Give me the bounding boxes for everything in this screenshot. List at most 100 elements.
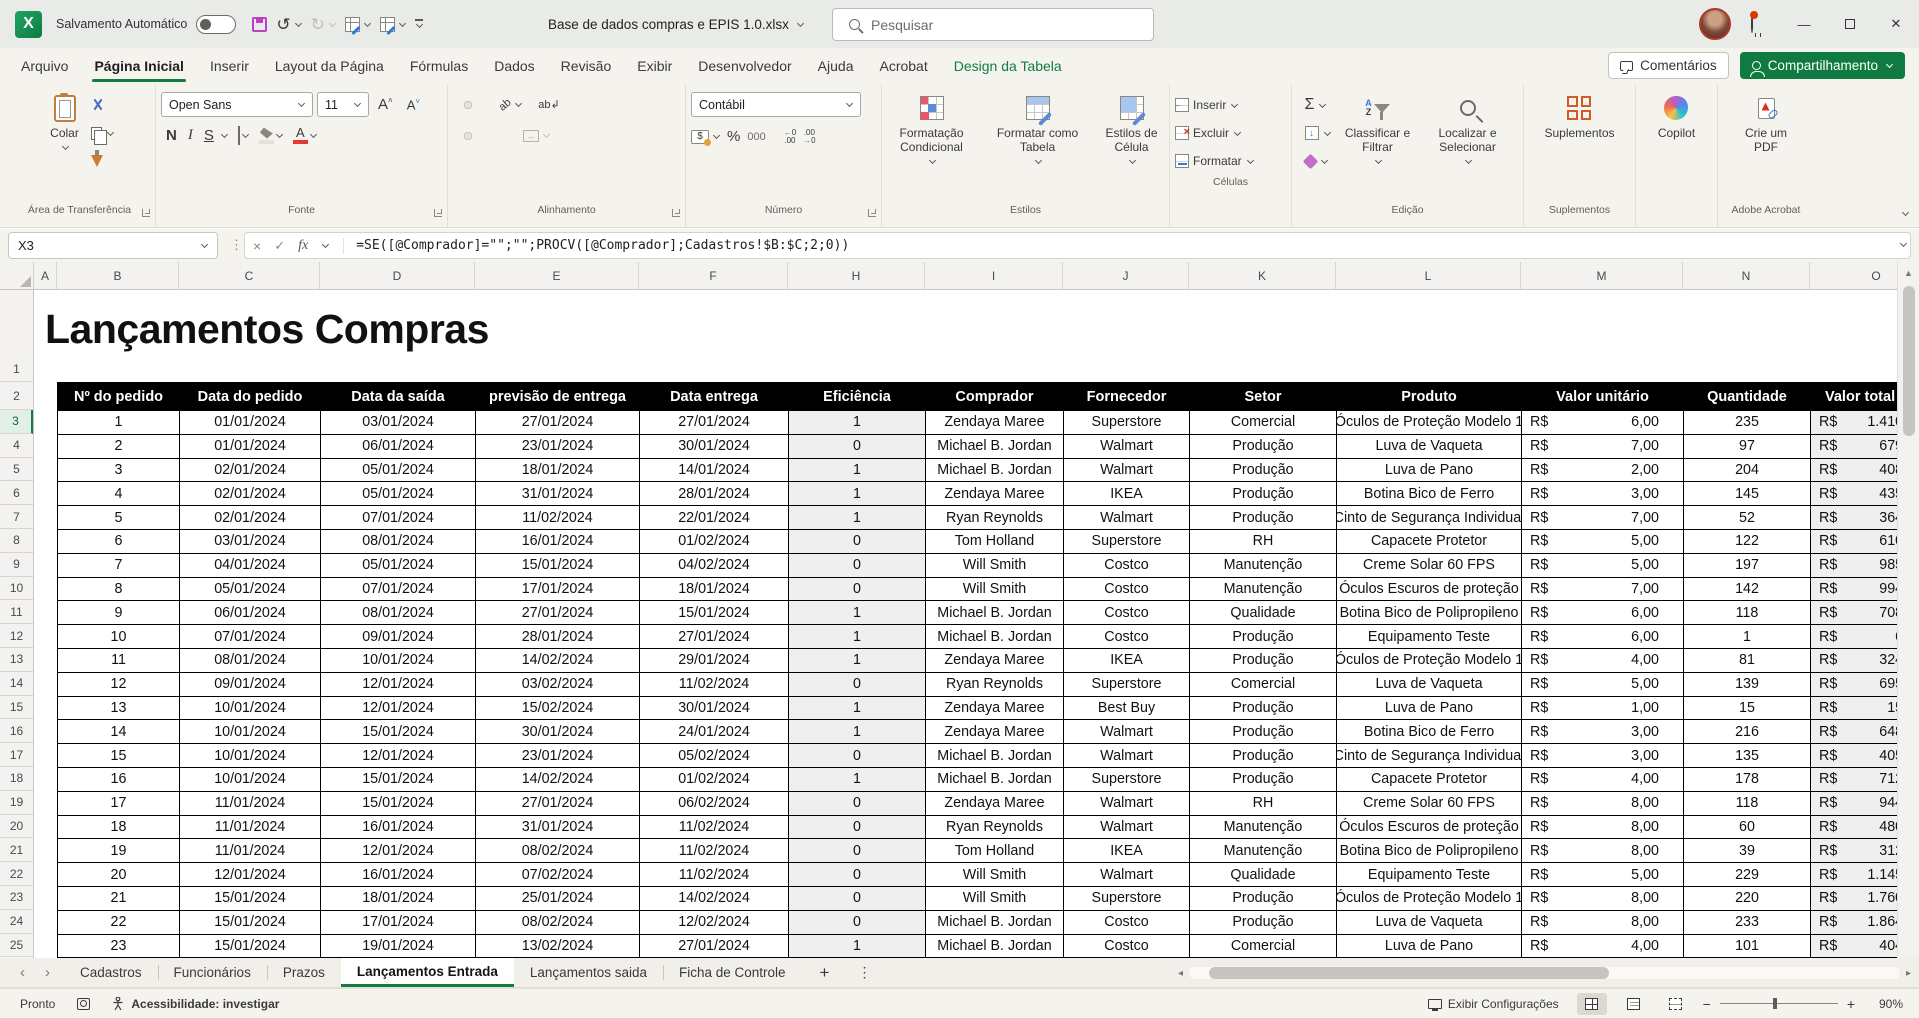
- page-break-view-button[interactable]: [1661, 993, 1691, 1015]
- cell[interactable]: R$408,00: [1811, 459, 1897, 483]
- cell[interactable]: 08/01/2024: [180, 649, 321, 673]
- cell[interactable]: Costco: [1064, 578, 1190, 602]
- column-header-J[interactable]: J: [1063, 262, 1189, 289]
- cell[interactable]: R$2,00: [1522, 459, 1684, 483]
- cell[interactable]: 60: [1684, 816, 1811, 840]
- cell[interactable]: 27/01/2024: [476, 601, 640, 625]
- cell[interactable]: Zendaya Maree: [926, 411, 1064, 435]
- draw-table-button[interactable]: [345, 17, 371, 32]
- cell[interactable]: 10/01/2024: [321, 649, 476, 673]
- menu-tab-revisa-o[interactable]: Revisão: [548, 48, 625, 84]
- cell[interactable]: 03/01/2024: [180, 530, 321, 554]
- cell[interactable]: 20: [58, 863, 180, 887]
- cell[interactable]: R$8,00: [1522, 911, 1684, 935]
- cell[interactable]: 12/02/2024: [640, 911, 789, 935]
- table-header-n-do-pedido[interactable]: Nº do pedido: [58, 383, 180, 411]
- conditional-formatting-button[interactable]: Formatação Condicional: [884, 91, 980, 168]
- decrease-font-button[interactable]: A˅: [402, 95, 425, 114]
- cell[interactable]: 02/01/2024: [180, 482, 321, 506]
- menu-tab-ajuda[interactable]: Ajuda: [805, 48, 867, 84]
- cell[interactable]: 31/01/2024: [476, 816, 640, 840]
- cell[interactable]: R$6,00: [1811, 625, 1897, 649]
- cell[interactable]: R$15,00: [1811, 697, 1897, 721]
- cell[interactable]: 17/01/2024: [476, 578, 640, 602]
- cell[interactable]: 2: [58, 435, 180, 459]
- cell[interactable]: R$1.145,00: [1811, 863, 1897, 887]
- column-header-B[interactable]: B: [57, 262, 179, 289]
- cell[interactable]: 1: [789, 482, 926, 506]
- cell[interactable]: 15/01/2024: [321, 792, 476, 816]
- cell[interactable]: Produção: [1190, 887, 1337, 911]
- cell[interactable]: R$324,00: [1811, 649, 1897, 673]
- row-header-22[interactable]: 22: [0, 862, 33, 886]
- cell[interactable]: 16: [58, 768, 180, 792]
- bold-button[interactable]: N: [161, 125, 182, 146]
- clear-button[interactable]: [1305, 149, 1331, 173]
- enter-icon[interactable]: ✓: [274, 238, 285, 254]
- align-right-button[interactable]: [475, 132, 483, 140]
- cell[interactable]: Manutenção: [1190, 578, 1337, 602]
- cell[interactable]: RH: [1190, 792, 1337, 816]
- formula-input[interactable]: × ✓ fx =SE([@Comprador]="";"";PROCV([@Co…: [244, 232, 1911, 259]
- menu-tab-pa-gina-inicial[interactable]: Página Inicial: [81, 48, 196, 84]
- thousands-format-button[interactable]: 000: [747, 131, 765, 143]
- menu-tab-design-da-tabela[interactable]: Design da Tabela: [941, 48, 1075, 84]
- sort-filter-button[interactable]: AZ Classificar e Filtrar: [1338, 91, 1418, 168]
- cell[interactable]: 8: [58, 578, 180, 602]
- collapse-ribbon-button[interactable]: [1902, 209, 1909, 216]
- cell[interactable]: 1: [789, 768, 926, 792]
- chevron-down-icon[interactable]: [242, 131, 249, 138]
- cell[interactable]: 9: [58, 601, 180, 625]
- horizontal-scroll-track[interactable]: [1189, 967, 1900, 979]
- addins-button[interactable]: Suplementos: [1539, 91, 1619, 143]
- chevron-down-icon[interactable]: [515, 100, 522, 107]
- cell[interactable]: 22: [58, 911, 180, 935]
- column-header-E[interactable]: E: [475, 262, 639, 289]
- row-header-24[interactable]: 24: [0, 910, 33, 934]
- cell[interactable]: 15/02/2024: [476, 697, 640, 721]
- cell[interactable]: Creme Solar 60 FPS: [1337, 792, 1522, 816]
- table-header-comprador[interactable]: Comprador: [926, 383, 1064, 411]
- row-header-12[interactable]: 12: [0, 624, 33, 648]
- sheet-canvas[interactable]: Lançamentos Compras Nº do pedidoData do …: [34, 290, 1897, 958]
- cell[interactable]: Óculos de Proteção Modelo 1: [1337, 649, 1522, 673]
- cell[interactable]: 0: [789, 744, 926, 768]
- fill-button[interactable]: ↓: [1305, 121, 1331, 145]
- save-button[interactable]: [252, 17, 267, 32]
- cell[interactable]: 1: [1684, 625, 1811, 649]
- cell[interactable]: Superstore: [1064, 673, 1190, 697]
- cell[interactable]: 08/01/2024: [321, 530, 476, 554]
- name-box[interactable]: X3: [8, 232, 218, 259]
- cell[interactable]: Óculos Escuros de proteção: [1337, 578, 1522, 602]
- increase-font-button[interactable]: A˄: [373, 94, 398, 115]
- customize-toolbar-button[interactable]: [415, 19, 423, 28]
- cell[interactable]: Comercial: [1190, 673, 1337, 697]
- cell[interactable]: Michael B. Jordan: [926, 435, 1064, 459]
- vertical-scroll-thumb[interactable]: [1903, 286, 1915, 436]
- cell[interactable]: 14/02/2024: [476, 649, 640, 673]
- cell[interactable]: 1: [58, 411, 180, 435]
- menu-tab-exibir[interactable]: Exibir: [624, 48, 685, 84]
- cell[interactable]: R$695,00: [1811, 673, 1897, 697]
- copy-button[interactable]: [91, 121, 114, 145]
- cell[interactable]: 1: [789, 625, 926, 649]
- cell[interactable]: R$435,00: [1811, 482, 1897, 506]
- autosave-toggle[interactable]: [196, 15, 236, 34]
- font-size-select[interactable]: 11: [317, 92, 369, 117]
- cell[interactable]: 27/01/2024: [640, 411, 789, 435]
- chevron-down-icon[interactable]: [399, 19, 406, 26]
- cell[interactable]: Equipamento Teste: [1337, 863, 1522, 887]
- decrease-decimal-button[interactable]: .00→0: [803, 129, 815, 145]
- column-header-H[interactable]: H: [788, 262, 925, 289]
- table-header-data-do-pedido[interactable]: Data do pedido: [180, 383, 321, 411]
- column-header-I[interactable]: I: [925, 262, 1063, 289]
- delete-cells-button[interactable]: Excluir: [1175, 121, 1241, 145]
- cell[interactable]: 16/01/2024: [321, 816, 476, 840]
- cell[interactable]: R$8,00: [1522, 839, 1684, 863]
- cell[interactable]: R$364,00: [1811, 506, 1897, 530]
- cell[interactable]: R$7,00: [1522, 578, 1684, 602]
- row-header-6[interactable]: 6: [0, 481, 33, 505]
- cell[interactable]: Cinto de Segurança Individual: [1337, 506, 1522, 530]
- autosum-button[interactable]: Σ: [1305, 93, 1331, 117]
- menu-tab-acrobat[interactable]: Acrobat: [866, 48, 940, 84]
